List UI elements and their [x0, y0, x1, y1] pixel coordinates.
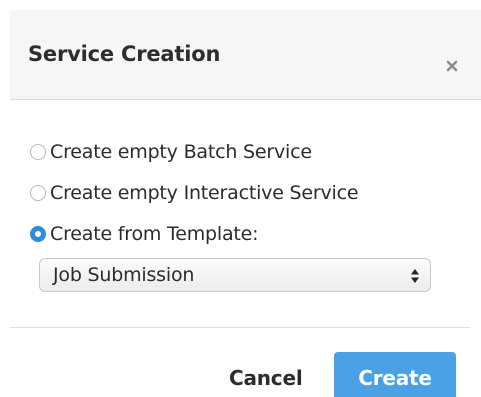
option-batch-service[interactable]: Create empty Batch Service [30, 131, 358, 172]
option-interactive-service-label: Create empty Interactive Service [50, 181, 359, 204]
option-batch-service-label: Create empty Batch Service [50, 140, 312, 163]
radio-from-template[interactable] [30, 225, 46, 242]
up-down-arrows-icon [411, 269, 419, 283]
radio-interactive-service[interactable] [30, 184, 46, 201]
service-type-options: Create empty Batch Service Create empty … [30, 131, 359, 254]
option-from-template[interactable]: Create from Template: [30, 213, 358, 254]
dialog-header: Service Creation [10, 10, 481, 100]
radio-batch-service[interactable] [30, 143, 46, 160]
footer-divider [10, 327, 470, 328]
template-select-value: Job Submission [53, 264, 195, 286]
option-from-template-label: Create from Template: [50, 222, 259, 245]
option-interactive-service[interactable]: Create empty Interactive Service [30, 172, 359, 213]
cancel-button[interactable]: Cancel [229, 366, 303, 390]
create-button[interactable]: Create [334, 352, 456, 397]
template-select[interactable]: Job Submission [39, 258, 431, 292]
dialog-title: Service Creation [28, 42, 221, 66]
service-creation-dialog: Service Creation Create empty Batch Serv… [0, 0, 481, 397]
close-icon[interactable] [444, 58, 460, 74]
